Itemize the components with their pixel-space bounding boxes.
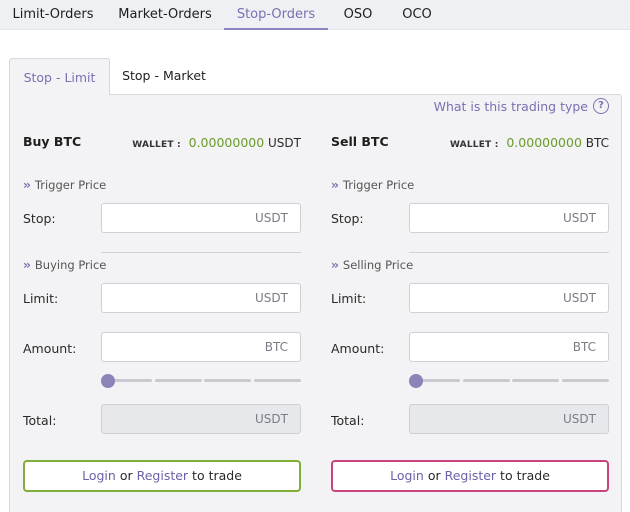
- slider-segment: [512, 379, 559, 382]
- slider-handle[interactable]: [101, 374, 115, 388]
- unit-label: BTC: [264, 340, 288, 354]
- double-chevron-right-icon: ››: [331, 258, 339, 272]
- unit-label: BTC: [572, 340, 596, 354]
- total-label: Total:: [331, 413, 365, 428]
- unit-label: USDT: [255, 291, 288, 305]
- double-chevron-right-icon: ››: [331, 178, 339, 192]
- login-link[interactable]: Login: [82, 468, 116, 483]
- amount-label: Amount:: [331, 341, 385, 356]
- limit-label: Limit:: [23, 291, 59, 306]
- buy-total-field: USDT: [101, 404, 301, 434]
- sell-total-field: USDT: [409, 404, 609, 434]
- buy-header: Buy BTC WALLET : 0.00000000 USDT: [23, 134, 301, 152]
- slider-segment: [562, 379, 609, 382]
- double-chevron-right-icon: ››: [23, 258, 31, 272]
- sell-limit-input[interactable]: USDT: [409, 283, 609, 313]
- wallet-currency: BTC: [585, 136, 609, 150]
- amount-label: Amount:: [23, 341, 77, 356]
- buy-wallet: WALLET : 0.00000000 USDT: [132, 135, 301, 150]
- sell-wallet: WALLET : 0.00000000 BTC: [450, 135, 609, 150]
- to-trade-text: to trade: [192, 468, 242, 483]
- unit-label: USDT: [255, 211, 288, 225]
- slider-segment: [254, 379, 301, 382]
- slider-segment: [463, 379, 510, 382]
- section-label: Trigger Price: [34, 178, 107, 192]
- wallet-label: WALLET :: [132, 140, 181, 150]
- limit-label: Limit:: [331, 291, 367, 306]
- unit-label: USDT: [563, 412, 596, 426]
- slider-segment: [204, 379, 251, 382]
- sell-limit-text[interactable]: [418, 287, 548, 309]
- section-label: Buying Price: [34, 258, 107, 272]
- stop-label: Stop:: [331, 211, 364, 226]
- wallet-currency: USDT: [268, 136, 301, 150]
- sell-stop-text[interactable]: [418, 207, 548, 229]
- buy-stop-input[interactable]: USDT: [101, 203, 301, 233]
- sell-login-button[interactable]: Login or Register to trade: [331, 460, 609, 492]
- buy-amount-text[interactable]: [110, 336, 240, 358]
- sell-amount-slider[interactable]: [409, 374, 609, 388]
- sell-header: Sell BTC WALLET : 0.00000000 BTC: [331, 134, 609, 152]
- buy-limit-text[interactable]: [110, 287, 240, 309]
- buy-stop-text[interactable]: [110, 207, 240, 229]
- wallet-balance: 0.00000000: [188, 135, 265, 150]
- buy-amount-slider[interactable]: [101, 374, 301, 388]
- buy-limit-input[interactable]: USDT: [101, 283, 301, 313]
- unit-label: USDT: [563, 291, 596, 305]
- wallet-label: WALLET :: [449, 140, 499, 150]
- slider-handle[interactable]: [409, 374, 423, 388]
- to-trade-text: to trade: [500, 468, 550, 483]
- buy-price-section: ›› Buying Price: [23, 258, 106, 272]
- buy-login-button[interactable]: Login or Register to trade: [23, 460, 301, 492]
- or-text: or: [427, 468, 441, 483]
- double-chevron-right-icon: ››: [23, 178, 31, 192]
- tab-stop-limit[interactable]: Stop - Limit: [9, 58, 110, 95]
- sell-stop-input[interactable]: USDT: [409, 203, 609, 233]
- buy-title: Buy BTC: [23, 134, 82, 149]
- slider-segment: [155, 379, 202, 382]
- buy-amount-input[interactable]: BTC: [101, 332, 301, 362]
- register-link[interactable]: Register: [137, 468, 188, 483]
- sell-trigger-section: ›› Trigger Price: [331, 178, 414, 192]
- sell-title: Sell BTC: [331, 134, 389, 149]
- unit-label: USDT: [563, 211, 596, 225]
- unit-label: USDT: [255, 412, 288, 426]
- or-text: or: [119, 468, 133, 483]
- login-link[interactable]: Login: [390, 468, 424, 483]
- section-label: Trigger Price: [342, 178, 415, 192]
- sell-amount-text[interactable]: [418, 336, 548, 358]
- total-label: Total:: [23, 413, 57, 428]
- stop-label: Stop:: [23, 211, 56, 226]
- buy-trigger-section: ›› Trigger Price: [23, 178, 106, 192]
- sell-form: Sell BTC WALLET : 0.00000000 BTC ›› Trig…: [331, 0, 611, 512]
- wallet-balance: 0.00000000: [506, 135, 582, 150]
- sell-amount-input[interactable]: BTC: [409, 332, 609, 362]
- sell-price-section: ›› Selling Price: [331, 258, 413, 272]
- register-link[interactable]: Register: [445, 468, 496, 483]
- section-label: Selling Price: [342, 258, 414, 272]
- divider: [409, 252, 609, 253]
- divider: [101, 252, 301, 253]
